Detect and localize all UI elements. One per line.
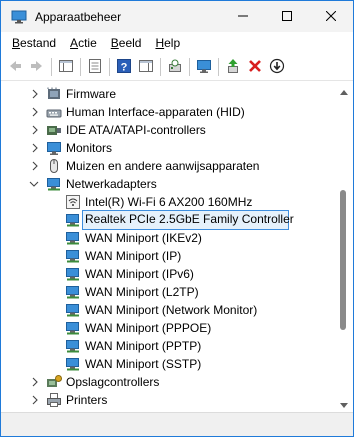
device-tree[interactable]: Firmware Human Interface-apparaten (HID)…	[1, 82, 335, 412]
network-adapter-icon	[65, 248, 81, 264]
chevron-down-icon[interactable]	[29, 175, 39, 193]
scroll-up-button[interactable]	[335, 82, 352, 99]
tree-item-label: Human Interface-apparaten (HID)	[66, 105, 245, 119]
chevron-right-icon[interactable]	[30, 103, 40, 121]
menu-bar: Bestand Actie Beeld Help	[1, 32, 353, 54]
scan-hardware-icon	[167, 58, 183, 77]
tree-item-label: WAN Miniport (IPv6)	[85, 267, 194, 281]
scroll-up-arrow-icon	[339, 84, 348, 98]
chevron-right-icon[interactable]	[30, 139, 40, 157]
tree-item-label: WAN Miniport (PPTP)	[85, 339, 202, 353]
update-driver-button[interactable]	[222, 56, 244, 78]
toolbar-separator	[51, 58, 52, 76]
mouse-icon	[46, 158, 62, 174]
network-adapter-icon	[65, 230, 81, 246]
show-hide-console-tree-icon	[58, 58, 74, 77]
chevron-right-icon[interactable]	[30, 373, 40, 391]
tree-item-label: WAN Miniport (PPPOE)	[85, 321, 212, 335]
device-manager-window: Apparaatbeheer Bestand Actie Beeld Help	[0, 0, 354, 437]
network-adapter-icon	[65, 338, 81, 354]
network-adapter-icon	[65, 356, 81, 372]
tree-item-label-selected: Realtek PCIe 2.5GbE Family Controller	[82, 210, 294, 230]
chevron-right-icon[interactable]	[30, 121, 40, 139]
tree-item-label: Opslagcontrollers	[66, 375, 160, 389]
wifi-adapter-icon	[65, 194, 81, 210]
tree-item-label: IDE ATA/ATAPI-controllers	[66, 123, 206, 137]
menu-beeld[interactable]: Beeld	[104, 36, 149, 50]
action-pane-button[interactable]	[135, 56, 157, 78]
close-button[interactable]	[309, 1, 353, 32]
tree-item-label: WAN Miniport (IKEv2)	[85, 231, 202, 245]
monitor-icon	[46, 140, 62, 156]
network-adapter-icon	[65, 320, 81, 336]
menu-bestand[interactable]: Bestand	[5, 36, 63, 50]
uninstall-device-button[interactable]	[244, 56, 266, 78]
console-tree-button[interactable]	[55, 56, 77, 78]
help-button[interactable]: ?	[113, 56, 135, 78]
vertical-scrollbar[interactable]	[335, 82, 352, 412]
window-title: Apparaatbeheer	[35, 9, 122, 24]
tree-item-label: WAN Miniport (L2TP)	[85, 285, 199, 299]
minimize-button[interactable]	[221, 1, 265, 32]
printer-icon	[46, 392, 62, 408]
device-manager-icon	[11, 10, 27, 24]
storage-controller-icon	[46, 374, 62, 390]
menu-actie[interactable]: Actie	[63, 36, 104, 50]
tree-item-label: Intel(R) Wi-Fi 6 AX200 160MHz	[85, 195, 253, 209]
chevron-right-icon[interactable]	[30, 391, 40, 409]
back-arrow-icon	[7, 58, 23, 77]
status-bar	[1, 412, 353, 436]
tree-item-label: WAN Miniport (SSTP)	[85, 357, 202, 371]
monitor-button[interactable]	[193, 56, 215, 78]
network-adapter-icon	[65, 266, 81, 282]
help-icon: ?	[116, 58, 132, 77]
toolbar-separator	[80, 58, 81, 76]
svg-text:?: ?	[121, 61, 128, 73]
title-bar[interactable]: Apparaatbeheer	[1, 1, 353, 32]
firmware-icon	[46, 86, 62, 102]
forward-arrow-icon	[29, 58, 45, 77]
properties-icon	[87, 58, 103, 77]
close-icon	[325, 10, 337, 24]
scrollbar-thumb[interactable]	[340, 190, 346, 330]
show-hide-action-pane-icon	[138, 58, 154, 77]
scroll-down-arrow-icon	[339, 397, 348, 411]
tree-item-label: Netwerkadapters	[66, 177, 157, 191]
maximize-icon	[282, 10, 292, 24]
tree-item-label: Muizen en andere aanwijsapparaten	[66, 159, 260, 173]
tree-item-label: Printers	[66, 393, 108, 407]
scroll-down-button[interactable]	[335, 395, 352, 412]
toolbar-separator	[189, 58, 190, 76]
tree-item-label: Monitors	[66, 141, 113, 155]
back-button[interactable]	[4, 56, 26, 78]
uninstall-device-icon	[247, 58, 263, 77]
ide-controller-icon	[46, 122, 62, 138]
hid-icon	[46, 104, 62, 120]
chevron-right-icon[interactable]	[30, 85, 40, 103]
network-adapter-icon	[46, 176, 62, 192]
network-adapter-icon	[65, 302, 81, 318]
scan-hardware-button[interactable]	[164, 56, 186, 78]
chevron-right-icon[interactable]	[30, 157, 40, 175]
tree-item-label: WAN Miniport (Network Monitor)	[85, 303, 258, 317]
toolbar-separator	[160, 58, 161, 76]
minimize-icon	[238, 10, 248, 24]
properties-button[interactable]	[84, 56, 106, 78]
toolbar-separator	[218, 58, 219, 76]
toolbar-separator	[109, 58, 110, 76]
network-adapter-icon	[65, 284, 81, 300]
maximize-button[interactable]	[265, 1, 309, 32]
update-driver-icon	[225, 58, 241, 77]
toolbar: ?	[1, 54, 353, 81]
network-adapter-icon	[65, 212, 81, 228]
disable-device-icon	[269, 58, 285, 77]
forward-button[interactable]	[26, 56, 48, 78]
tree-item-label: Firmware	[66, 87, 116, 101]
menu-help[interactable]: Help	[148, 36, 187, 50]
tree-item-label: WAN Miniport (IP)	[85, 249, 182, 263]
monitor-icon	[196, 58, 212, 77]
disable-device-button[interactable]	[266, 56, 288, 78]
